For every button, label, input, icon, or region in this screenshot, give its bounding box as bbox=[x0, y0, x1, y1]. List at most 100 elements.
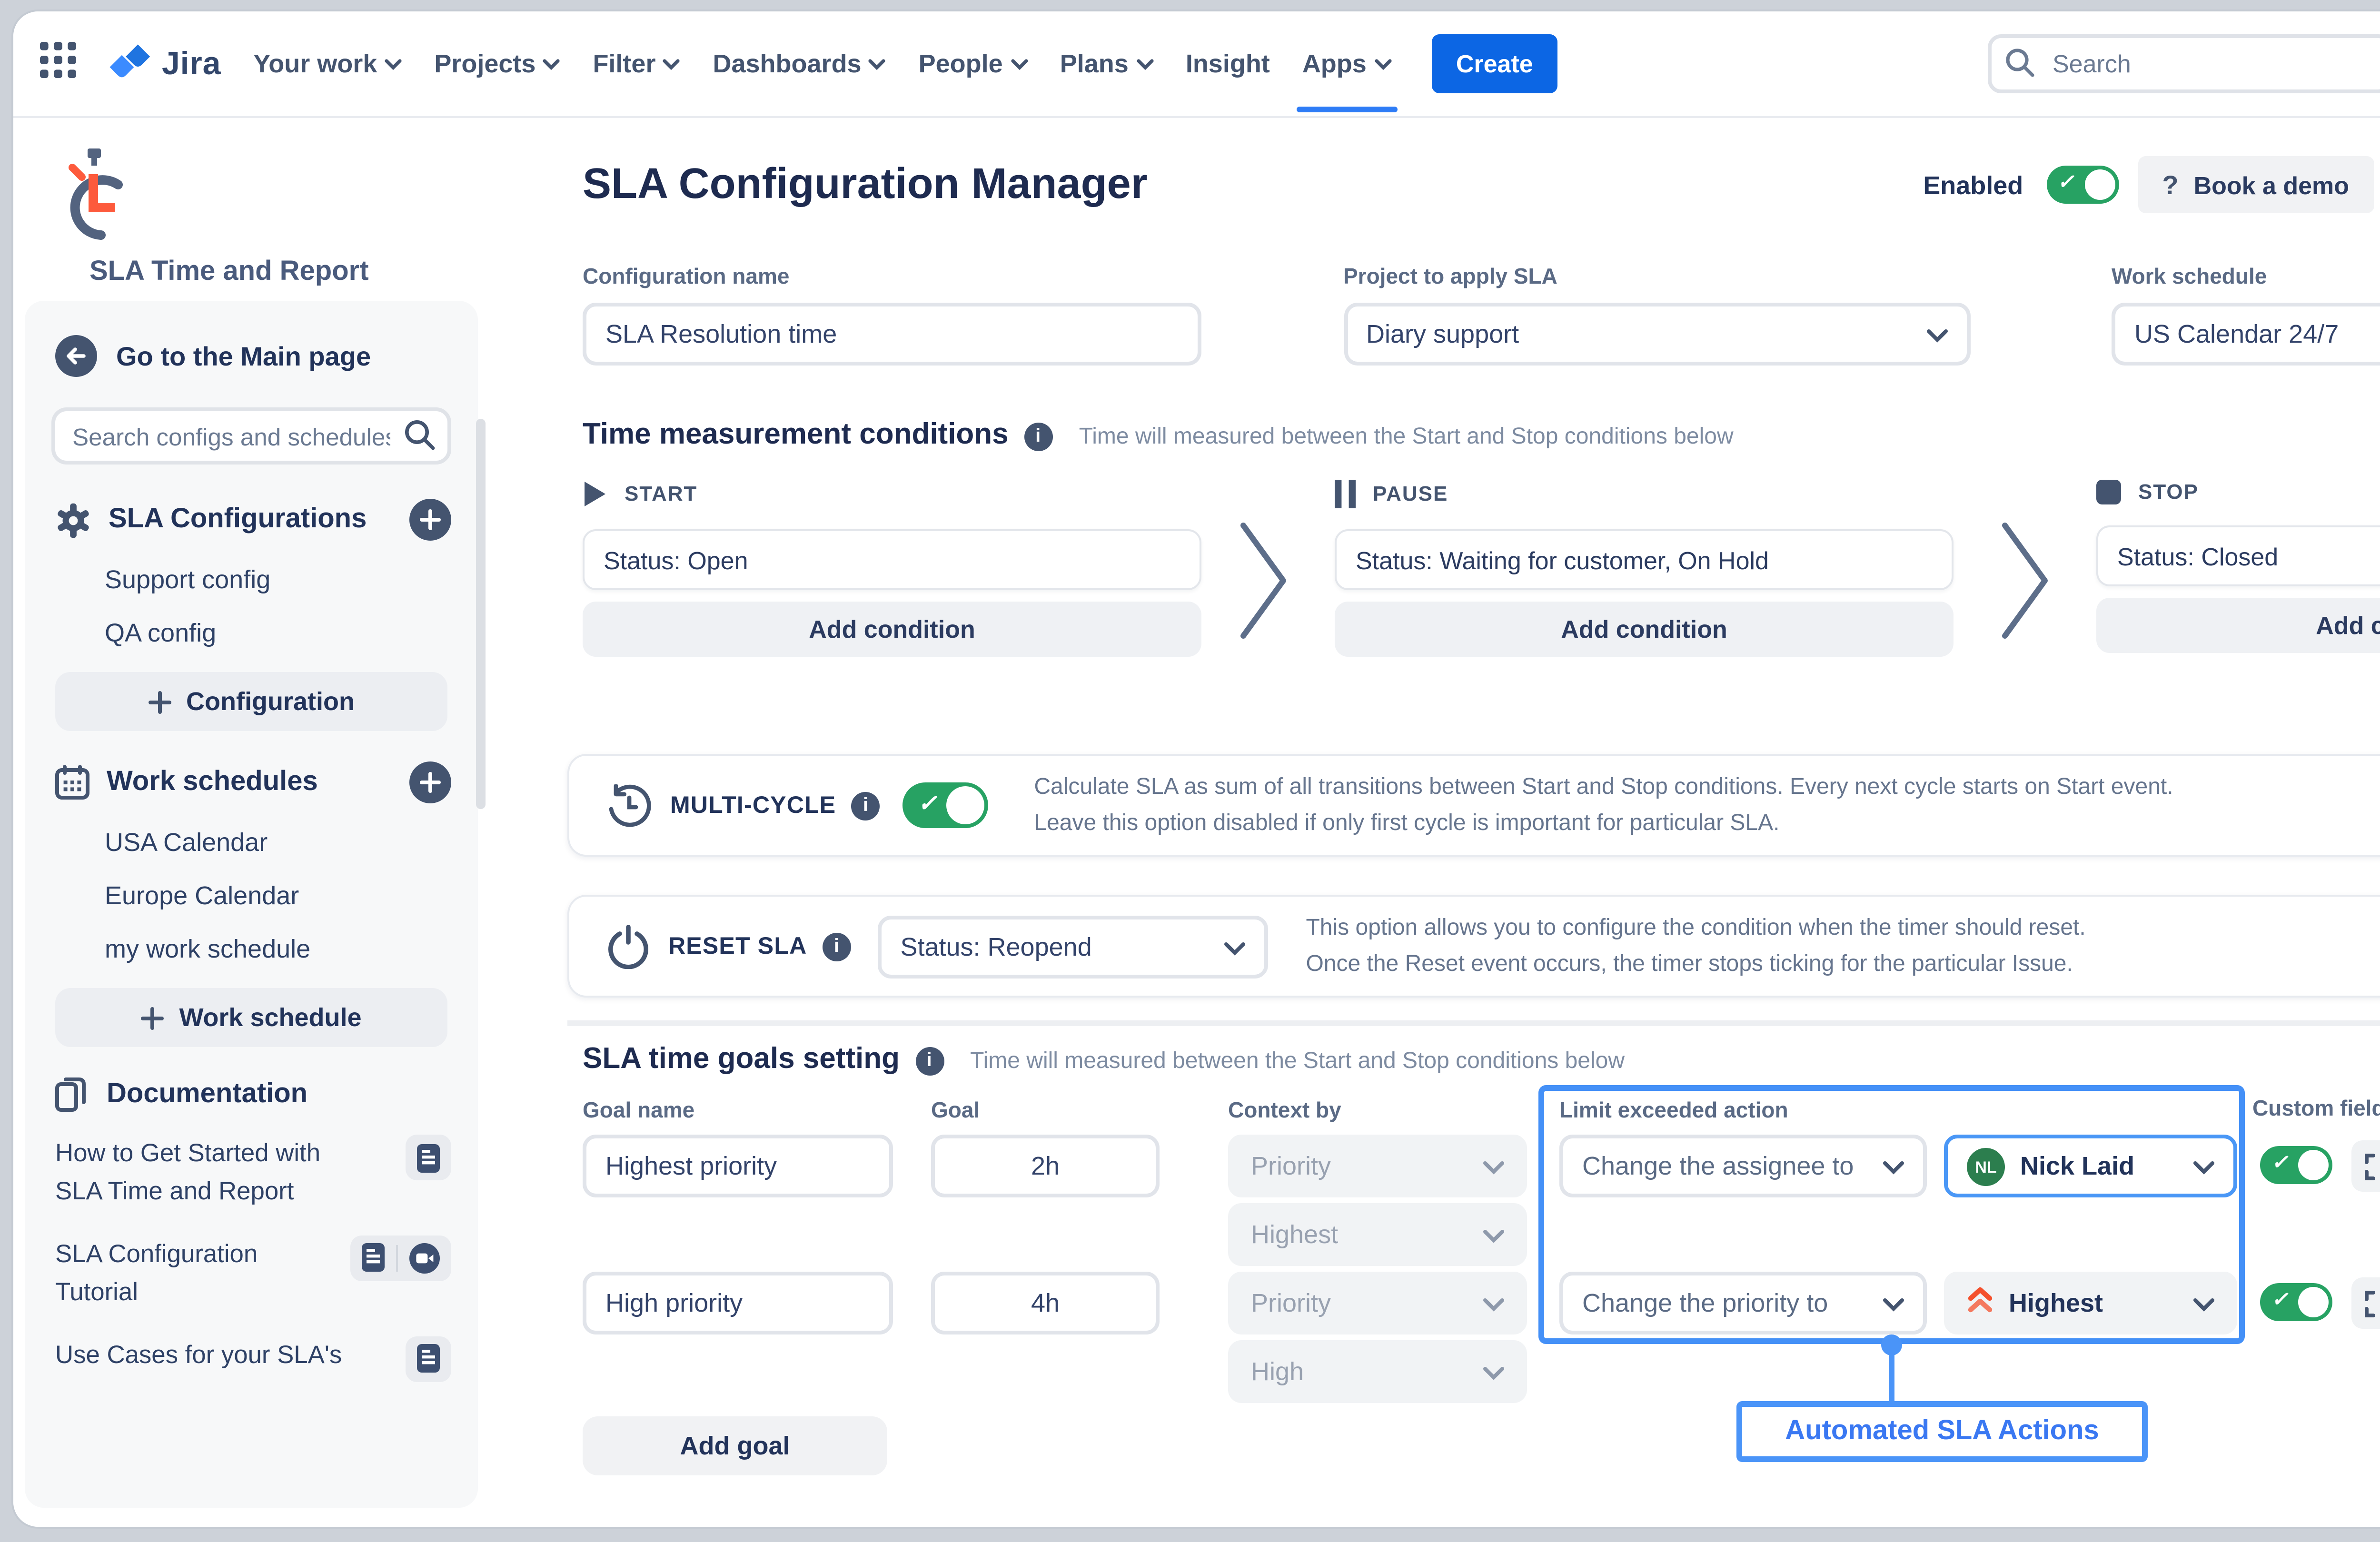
info-icon[interactable]: i bbox=[822, 932, 851, 960]
context-select-row2[interactable]: Priority bbox=[1228, 1272, 1527, 1334]
page-title: SLA Configuration Manager bbox=[583, 160, 1148, 209]
add-work-schedule-button[interactable]: Work schedule bbox=[55, 988, 447, 1047]
chevron-down-icon bbox=[1483, 1289, 1504, 1317]
chevron-down-icon bbox=[1483, 1220, 1504, 1249]
work-schedule-select[interactable]: US Calendar 24/7 bbox=[2112, 303, 2380, 366]
goals-hint: Time will measured between the Start and… bbox=[970, 1047, 1625, 1074]
create-button[interactable]: Create bbox=[1431, 34, 1558, 93]
jira-window: Jira Your work Projects Filter Dashboard… bbox=[13, 11, 2380, 1527]
chevron-down-icon bbox=[2193, 1152, 2214, 1180]
jira-logo[interactable]: Jira bbox=[109, 41, 221, 87]
top-nav: Jira Your work Projects Filter Dashboard… bbox=[13, 11, 2380, 118]
chevron-down-icon bbox=[1883, 1289, 1904, 1317]
nav-dashboards[interactable]: Dashboards bbox=[713, 49, 886, 78]
documentation-section: Documentation bbox=[55, 1077, 451, 1112]
tmc-hint: Time will measured between the Start and… bbox=[1079, 423, 1734, 449]
limit-action-select-row1[interactable]: Change the assignee to bbox=[1559, 1135, 1927, 1197]
user-avatar: NL bbox=[1967, 1147, 2005, 1185]
sidebar-item-support-config[interactable]: Support config bbox=[105, 565, 451, 594]
go-to-main-page[interactable]: Go to the Main page bbox=[55, 335, 451, 377]
gear-icon bbox=[55, 502, 91, 538]
nav-people[interactable]: People bbox=[919, 49, 1028, 78]
project-select[interactable]: Diary support bbox=[1343, 303, 1970, 366]
config-name-input[interactable] bbox=[583, 303, 1201, 366]
nav-filter[interactable]: Filter bbox=[593, 49, 680, 78]
doc-sla-configuration-tutorial[interactable]: SLA Configuration Tutorial bbox=[55, 1236, 451, 1314]
limit-action-select-row2[interactable]: Change the priority to bbox=[1559, 1272, 1927, 1334]
doc-badge bbox=[350, 1236, 451, 1281]
info-icon[interactable]: i bbox=[1024, 422, 1052, 450]
expand-button-row1[interactable] bbox=[2351, 1140, 2380, 1192]
sidebar-scrollbar[interactable] bbox=[476, 419, 486, 809]
enabled-toggle[interactable]: ✓ bbox=[2046, 166, 2118, 204]
automated-sla-actions-callout: Automated SLA Actions bbox=[1736, 1401, 2148, 1462]
chevron-down-icon bbox=[2193, 1289, 2214, 1317]
search-input[interactable] bbox=[1988, 34, 2380, 93]
context-value-select-row1[interactable]: Highest bbox=[1228, 1203, 1527, 1266]
chevron-down-icon bbox=[664, 58, 681, 69]
nav-apps[interactable]: Apps bbox=[1302, 49, 1391, 78]
stop-add-condition-button[interactable]: Add condition bbox=[2096, 598, 2380, 653]
add-goal-button[interactable]: Add goal bbox=[583, 1416, 887, 1475]
book-demo-button[interactable]: ? Book a demo bbox=[2137, 156, 2374, 213]
nav-your-work[interactable]: Your work bbox=[253, 49, 402, 78]
app-root: Jira Your work Projects Filter Dashboard… bbox=[0, 0, 2380, 1542]
document-icon bbox=[362, 1244, 385, 1273]
app-switcher-icon[interactable] bbox=[40, 41, 76, 87]
sidebar-search-input[interactable] bbox=[51, 407, 451, 465]
stop-condition[interactable]: Status: Closed bbox=[2096, 525, 2380, 586]
context-select-row1[interactable]: Priority bbox=[1228, 1135, 1527, 1197]
priority-select-row2[interactable]: Highest bbox=[1944, 1272, 2237, 1334]
expand-button-row2[interactable] bbox=[2351, 1277, 2380, 1329]
tmc-title: Time measurement conditions bbox=[583, 419, 1009, 453]
add-configuration-button[interactable]: Configuration bbox=[55, 672, 447, 731]
doc-how-to-get-started[interactable]: How to Get Started with SLA Time and Rep… bbox=[55, 1135, 451, 1213]
nav-insight[interactable]: Insight bbox=[1186, 49, 1270, 78]
chevron-separator-icon bbox=[2001, 522, 2051, 649]
expand-icon bbox=[2364, 1290, 2380, 1316]
nav-plans[interactable]: Plans bbox=[1060, 49, 1153, 78]
assignee-select-row1[interactable]: NL Nick Laid bbox=[1944, 1135, 2237, 1197]
sidebar-item-europe-calendar[interactable]: Europe Calendar bbox=[105, 881, 451, 910]
context-value-select-row2[interactable]: High bbox=[1228, 1340, 1527, 1403]
back-arrow-icon bbox=[55, 335, 97, 377]
sla-app-title: SLA Time and Report bbox=[89, 257, 369, 287]
add-schedule-icon-button[interactable] bbox=[409, 761, 451, 803]
reset-sla-label: RESET SLA bbox=[668, 933, 807, 959]
goal-name-input-row1[interactable] bbox=[583, 1135, 893, 1197]
start-add-condition-button[interactable]: Add condition bbox=[583, 602, 1201, 657]
pause-condition[interactable]: Status: Waiting for customer, On Hold bbox=[1335, 529, 1954, 590]
custom-field-toggle-row2[interactable]: ✓ bbox=[2260, 1283, 2332, 1321]
info-icon[interactable]: i bbox=[851, 791, 880, 820]
sidebar-item-qa-config[interactable]: QA config bbox=[105, 619, 451, 647]
calendar-icon bbox=[55, 765, 89, 800]
multi-cycle-card: MULTI-CYCLE i ✓ Calculate SLA as sum of … bbox=[567, 754, 2380, 857]
sidebar-panel: Go to the Main page SLA Configurations bbox=[25, 301, 478, 1508]
sidebar-item-usa-calendar[interactable]: USA Calendar bbox=[105, 828, 451, 857]
start-column: START Status: Open Add condition bbox=[583, 480, 1201, 657]
main-content: SLA Configuration Manager Enabled ✓ ? Bo… bbox=[489, 118, 2380, 1527]
goal-value-input-row1[interactable] bbox=[931, 1135, 1160, 1197]
project-label: Project to apply SLA bbox=[1343, 267, 1970, 289]
add-configuration-icon-button[interactable] bbox=[409, 499, 451, 541]
enabled-label: Enabled bbox=[1923, 170, 2023, 199]
goal-name-header: Goal name bbox=[583, 1100, 694, 1123]
nav-projects[interactable]: Projects bbox=[434, 49, 560, 78]
sla-app-logo-icon bbox=[55, 145, 131, 261]
pause-add-condition-button[interactable]: Add condition bbox=[1335, 602, 1954, 657]
start-condition[interactable]: Status: Open bbox=[583, 529, 1201, 590]
sidebar-item-my-work-schedule[interactable]: my work schedule bbox=[105, 935, 451, 963]
document-icon bbox=[417, 1143, 440, 1172]
goal-value-input-row2[interactable] bbox=[931, 1272, 1160, 1334]
goal-header: Goal bbox=[931, 1100, 980, 1123]
chevron-down-icon bbox=[1136, 58, 1153, 69]
doc-use-cases[interactable]: Use Cases for your SLA's bbox=[55, 1336, 451, 1382]
chevron-down-icon bbox=[1374, 58, 1391, 69]
info-icon[interactable]: i bbox=[915, 1046, 943, 1075]
goal-name-input-row2[interactable] bbox=[583, 1272, 893, 1334]
context-by-header: Context by bbox=[1228, 1100, 1341, 1123]
reset-sla-select[interactable]: Status: Reopend bbox=[877, 915, 1268, 978]
custom-field-toggle-row1[interactable]: ✓ bbox=[2260, 1146, 2332, 1184]
multi-cycle-toggle[interactable]: ✓ bbox=[902, 782, 988, 828]
callout-connector-line bbox=[1889, 1344, 1894, 1401]
